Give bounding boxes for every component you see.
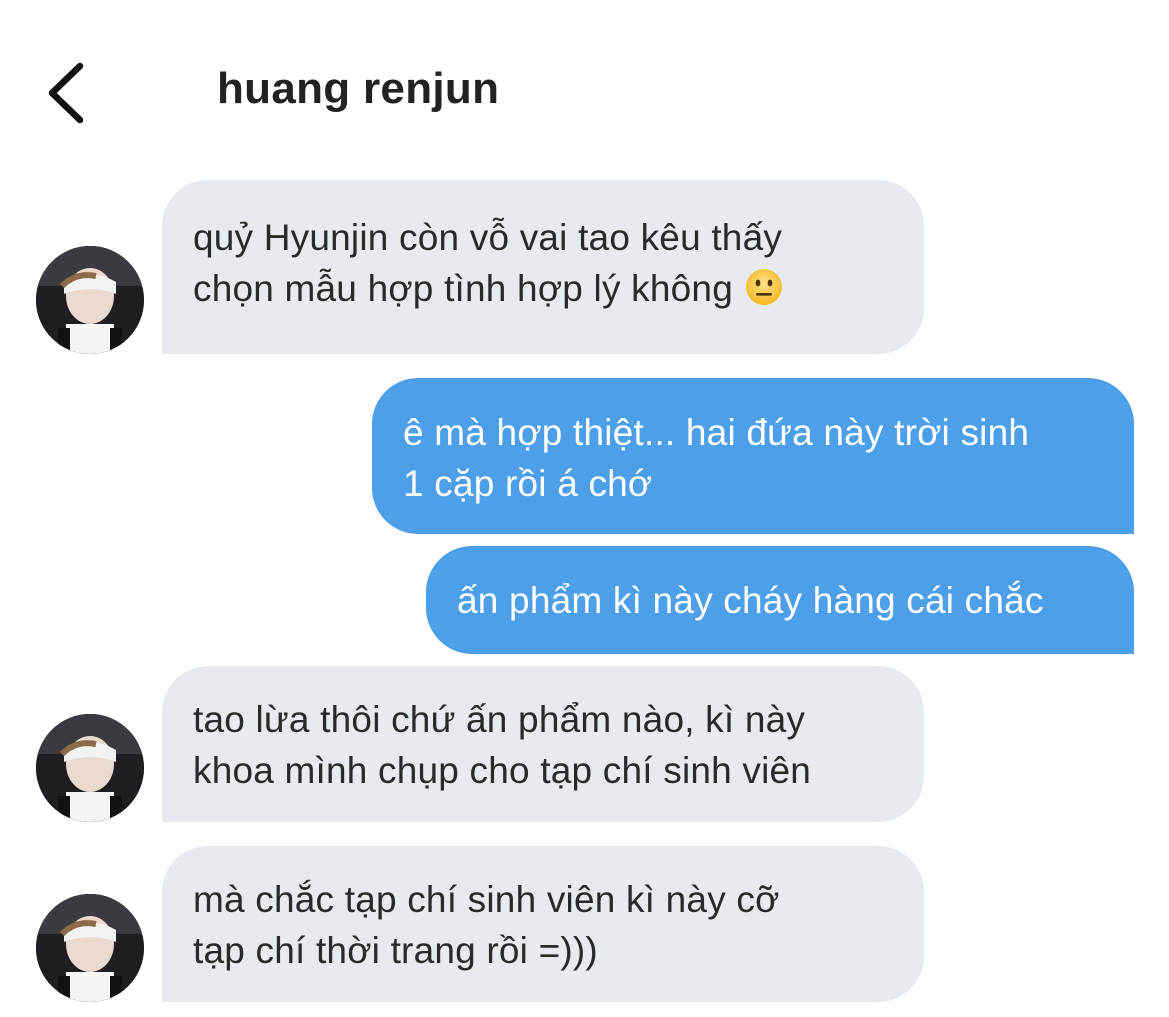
message-bubble-outgoing[interactable]: ấn phẩm kì này cháy hàng cái chắc bbox=[426, 546, 1134, 654]
message-line: mà chắc tạp chí sinh viên kì này cỡ bbox=[193, 879, 780, 920]
message-bubble-incoming[interactable]: mà chắc tạp chí sinh viên kì này cỡ tạp … bbox=[162, 846, 924, 1002]
message-line-text: chọn mẫu hợp tình hợp lý không bbox=[193, 268, 733, 309]
message-line: 1 cặp rồi á chớ bbox=[403, 463, 653, 504]
message-line: tao lừa thôi chứ ấn phẩm nào, kì này bbox=[193, 699, 806, 740]
back-button[interactable] bbox=[40, 58, 96, 128]
message-line: khoa mình chụp cho tạp chí sinh viên bbox=[193, 750, 812, 791]
message-line: ê mà hợp thiệt... hai đứa này trời sinh bbox=[403, 412, 1030, 453]
contact-name: huang renjun bbox=[217, 64, 500, 113]
message-line: ấn phẩm kì này cháy hàng cái chắc bbox=[457, 580, 1044, 621]
message-bubble-outgoing[interactable]: ê mà hợp thiệt... hai đứa này trời sinh … bbox=[372, 378, 1134, 534]
avatar[interactable] bbox=[36, 714, 144, 822]
neutral-face-emoji-icon bbox=[745, 268, 783, 306]
avatar[interactable] bbox=[36, 246, 144, 354]
message-bubble-incoming[interactable]: tao lừa thôi chứ ấn phẩm nào, kì này kho… bbox=[162, 666, 924, 822]
message-line: quỷ Hyunjin còn vỗ vai tao kêu thấy bbox=[193, 217, 783, 258]
message-line: chọn mẫu hợp tình hợp lý không bbox=[193, 263, 894, 314]
chat-header: huang renjun bbox=[0, 0, 1169, 170]
avatar[interactable] bbox=[36, 894, 144, 1002]
chevron-left-icon bbox=[48, 62, 84, 124]
message-line: tạp chí thời trang rồi =))) bbox=[193, 930, 598, 971]
message-bubble-incoming[interactable]: quỷ Hyunjin còn vỗ vai tao kêu thấy chọn… bbox=[162, 180, 924, 354]
